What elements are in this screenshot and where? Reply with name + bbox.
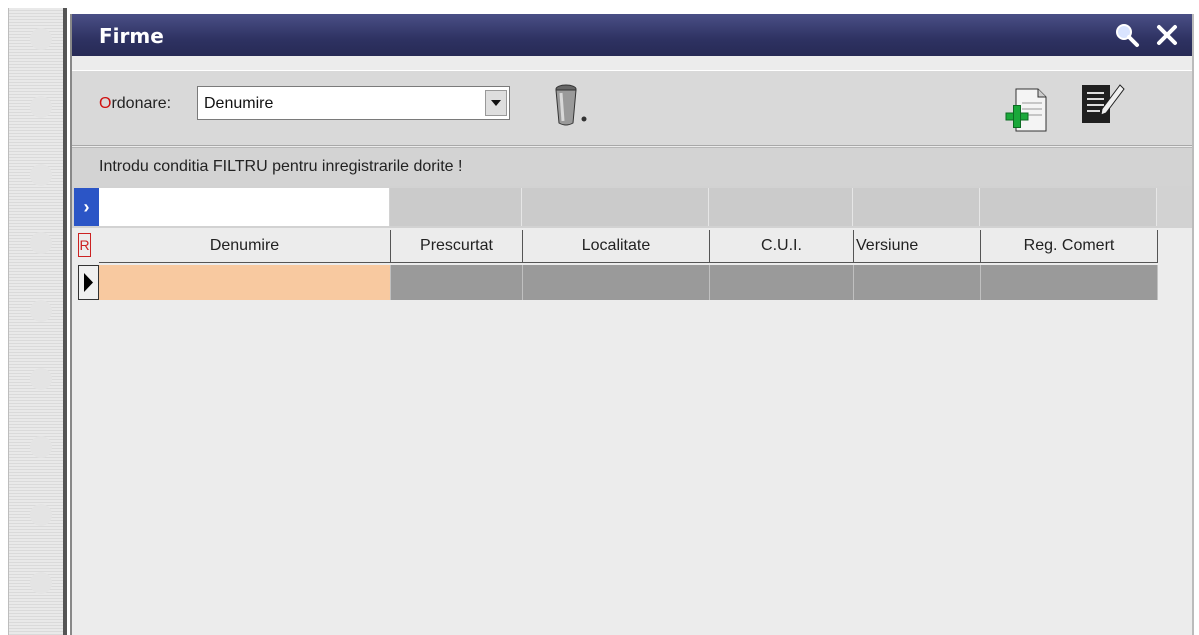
cell-cui[interactable]	[710, 265, 854, 300]
sort-label-accesskey: O	[99, 95, 112, 112]
edit-document-icon[interactable]	[1076, 79, 1128, 136]
binder-hole	[30, 572, 52, 594]
title-bar: Firme	[72, 14, 1192, 56]
binder-hole	[30, 504, 52, 526]
column-header-denumire[interactable]: Denumire	[99, 230, 391, 263]
cell-versiune[interactable]	[854, 265, 981, 300]
filter-row: ›	[72, 186, 1192, 228]
binder-hole	[30, 368, 52, 390]
record-badge: R	[78, 233, 91, 257]
toolbar: Ordonare: Denumire	[72, 70, 1192, 146]
binder-strip	[8, 8, 67, 635]
filter-hint-bar: Introdu conditia FILTRU pentru inregistr…	[72, 147, 1192, 187]
filter-cell-reg-comert[interactable]	[980, 188, 1157, 226]
sort-order-value: Denumire	[204, 95, 274, 112]
current-row-indicator	[78, 265, 99, 300]
cell-localitate[interactable]	[523, 265, 710, 300]
column-header-reg-comert[interactable]: Reg. Comert	[981, 230, 1158, 263]
binder-hole	[30, 300, 52, 322]
add-document-icon[interactable]	[1002, 85, 1052, 140]
binder-edge	[63, 8, 67, 635]
column-header-localitate[interactable]: Localitate	[523, 230, 710, 263]
filter-row-marker: ›	[74, 188, 99, 226]
filter-cell-prescurtat[interactable]	[390, 188, 522, 226]
cell-prescurtat[interactable]	[391, 265, 523, 300]
sort-order-select[interactable]: Denumire	[197, 86, 510, 120]
dropdown-arrow-icon[interactable]	[485, 90, 507, 116]
filter-cell-versiune[interactable]	[853, 188, 980, 226]
sort-label: Ordonare:	[99, 95, 171, 113]
binder-hole	[30, 436, 52, 458]
window-title: Firme	[99, 24, 164, 48]
search-icon[interactable]	[1114, 22, 1140, 48]
firme-window: Firme Ordonare: Denumire Introdu conditi…	[70, 14, 1194, 635]
sort-label-text: rdonare:	[111, 95, 172, 112]
binder-hole	[30, 28, 52, 50]
grid-header: R ⬍ Denumire Prescurtat Localitate C.U.I…	[72, 230, 1192, 264]
column-header-prescurtat[interactable]: Prescurtat	[391, 230, 523, 263]
cell-denumire[interactable]	[99, 265, 391, 300]
binder-hole	[30, 164, 52, 186]
filter-hint: Introdu conditia FILTRU pentru inregistr…	[99, 158, 463, 175]
close-icon[interactable]	[1154, 22, 1180, 48]
table-row[interactable]	[72, 265, 1192, 301]
filter-cell-cui[interactable]	[709, 188, 853, 226]
column-header-cui[interactable]: C.U.I.	[710, 230, 854, 263]
filter-cell-localitate[interactable]	[522, 188, 709, 226]
cell-reg-comert[interactable]	[981, 265, 1158, 300]
filter-input-denumire[interactable]	[99, 188, 389, 226]
column-header-versiune[interactable]: Versiune	[854, 230, 981, 263]
binder-hole	[30, 96, 52, 118]
trash-icon[interactable]	[550, 81, 590, 134]
binder-hole	[30, 232, 52, 254]
